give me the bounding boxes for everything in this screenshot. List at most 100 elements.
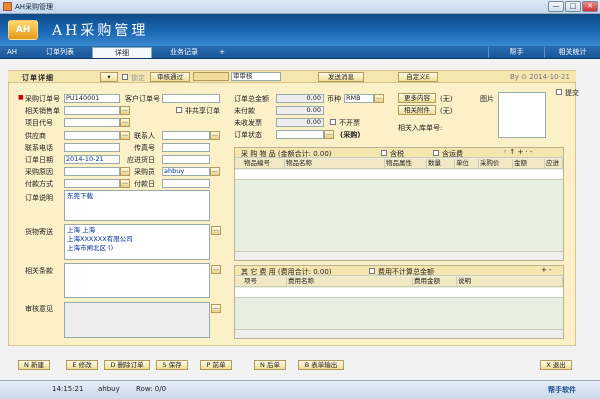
buyer-browse-button[interactable]: ... [210, 167, 220, 176]
order-date-input[interactable]: 2014-10-21 [64, 155, 120, 164]
no-invoice-checkbox[interactable] [330, 119, 336, 125]
fax-label: 传真号 [134, 144, 155, 152]
reason-input[interactable] [64, 167, 120, 176]
goods-col-qty[interactable]: 数量 [427, 159, 455, 169]
attachments-button[interactable]: 相关附件 [398, 105, 436, 115]
currency-browse-button[interactable]: ... [374, 94, 384, 103]
goods-col-amount[interactable]: 金额 [513, 159, 545, 169]
goods-col-attr[interactable]: 物品属性 [385, 159, 427, 169]
export-form-button[interactable]: B 表单输出 [298, 360, 344, 370]
ship-textarea[interactable]: 上海 上海 上海XXXXXX有限公司 上海市闸北区 () [64, 224, 210, 260]
project-input[interactable] [64, 118, 120, 127]
next-order-button[interactable]: N 后单 [254, 360, 286, 370]
project-browse-button[interactable]: ... [120, 118, 130, 127]
ship-browse-button[interactable]: ... [211, 226, 221, 235]
delete-order-button[interactable]: D 删除订单 [104, 360, 150, 370]
contact-label: 联系人 [134, 132, 155, 140]
review-pass-button[interactable]: 审核通过 [150, 72, 190, 82]
image-box[interactable] [498, 92, 546, 138]
fax-input[interactable] [162, 143, 210, 152]
fees-col-name[interactable]: 费用名称 [287, 277, 413, 287]
close-button[interactable]: ✕ [582, 1, 598, 12]
note-textarea[interactable]: 东莞下载 [64, 190, 210, 221]
minimize-button[interactable]: — [548, 1, 564, 12]
new-button[interactable]: N 新建 [18, 360, 50, 370]
buyer-input[interactable]: ahbuy [162, 167, 210, 176]
send-message-button[interactable]: 发送消息 [318, 72, 364, 82]
terms-browse-button[interactable]: ... [211, 265, 221, 274]
help-link[interactable]: 帮手 [488, 47, 544, 58]
more-content-button[interactable]: 更多内容 [398, 93, 436, 103]
section-title: 订单详细 [22, 74, 54, 82]
ship-line-1: 上海 上海 [67, 226, 96, 234]
edit-button[interactable]: E 修改 [66, 360, 98, 370]
tax-label: 含税 [390, 150, 404, 158]
sales-doc-input[interactable] [64, 106, 120, 115]
required-mark: ■ [18, 94, 24, 101]
review-browse-button[interactable]: ... [211, 304, 221, 313]
goods-empty-row[interactable] [235, 170, 563, 180]
review-textarea[interactable] [64, 302, 210, 338]
tab-home[interactable]: AH [2, 47, 22, 58]
goods-col-price[interactable]: 采购价 [479, 159, 513, 169]
fees-col-note[interactable]: 说明 [457, 277, 563, 287]
exit-button[interactable]: X 退出 [540, 360, 572, 370]
reminder-checkbox[interactable] [556, 89, 562, 95]
tab-order-list[interactable]: 订单列表 [30, 47, 90, 58]
fees-hscrollbar[interactable] [235, 329, 563, 338]
freight-checkbox[interactable] [433, 150, 439, 156]
fees-col-no[interactable]: 项号 [243, 277, 287, 287]
status-input[interactable] [276, 130, 324, 139]
custom-doc-button[interactable]: 自定义E [398, 72, 438, 82]
tab-detail[interactable]: 详细 [92, 47, 152, 58]
uninvoiced-value: 0.00 [276, 118, 324, 127]
goods-nav-icons[interactable]: ◦ ↑ + · - [503, 148, 533, 156]
tax-checkbox[interactable] [381, 150, 387, 156]
supplier-browse-button[interactable]: ... [120, 131, 130, 140]
pay-date-input[interactable] [162, 179, 210, 188]
sales-doc-label: 相关销售单 [25, 107, 60, 115]
tab-add[interactable]: + [216, 47, 228, 58]
fees-nav-icons[interactable]: + - [541, 266, 552, 274]
goods-col-unit[interactable]: 单位 [455, 159, 479, 169]
no-invoice-label: 不开票 [339, 119, 360, 127]
customer-order-input[interactable] [162, 94, 220, 103]
phone-input[interactable] [64, 143, 120, 152]
order-no-input[interactable]: PU140001 [64, 94, 120, 103]
total-label: 订单总金额 [234, 95, 269, 103]
goods-hscrollbar[interactable] [235, 251, 563, 260]
ship-line-2: 上海XXXXXX有限公司 [67, 235, 133, 243]
fees-empty-row[interactable] [235, 288, 563, 298]
buyer-label: 采购员 [134, 168, 155, 176]
supplier-input[interactable] [64, 131, 120, 140]
related-stats-link[interactable]: 相关统计 [544, 47, 600, 58]
arrive-date-input[interactable] [162, 155, 210, 164]
lock-checkbox[interactable] [122, 74, 128, 80]
save-button[interactable]: S 保存 [156, 360, 188, 370]
lock-toggle-button[interactable]: ▾ [100, 72, 118, 82]
maximize-button[interactable]: □ [565, 1, 581, 12]
arrive-date-label: 应进货日 [127, 156, 155, 164]
shared-label: 非共享订单 [185, 107, 220, 115]
pay-method-browse-button[interactable]: ... [120, 179, 130, 188]
tab-business-records[interactable]: 业务记录 [154, 47, 214, 58]
reason-browse-button[interactable]: ... [120, 167, 130, 176]
review-select[interactable]: 审审核 [231, 72, 281, 81]
contact-input[interactable] [162, 131, 210, 140]
attachments-value: (无) [440, 107, 453, 115]
contact-browse-button[interactable]: ... [210, 131, 220, 140]
app-title: AH采购管理 [52, 23, 149, 39]
pay-method-input[interactable] [64, 179, 120, 188]
terms-textarea[interactable] [64, 263, 210, 298]
prev-order-button[interactable]: P 前单 [200, 360, 232, 370]
goods-col-code[interactable]: 物品编号 [243, 159, 285, 169]
goods-col-due[interactable]: 应进 [545, 159, 563, 169]
sales-doc-browse-button[interactable]: ... [120, 106, 130, 115]
exclude-fee-checkbox[interactable] [369, 268, 375, 274]
shared-checkbox[interactable] [176, 107, 182, 113]
currency-input[interactable]: RMB [344, 94, 374, 103]
phone-label: 联系电话 [25, 144, 53, 152]
status-browse-button[interactable]: ... [324, 130, 334, 139]
goods-col-name[interactable]: 物品名称 [285, 159, 385, 169]
fees-col-amount[interactable]: 费用金额 [413, 277, 457, 287]
